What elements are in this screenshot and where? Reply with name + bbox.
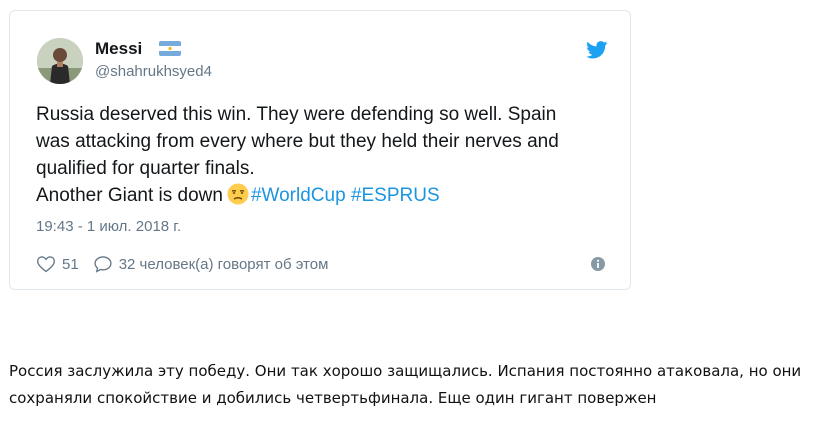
tweet-actions: 51 32 человек(а) говорят об этом [36,254,328,274]
tweet-text-last-line: Another Giant is down #WorldCup #ESPRUS [36,182,616,209]
tweet-text-line: qualified for quarter finals. [36,158,255,179]
heart-icon[interactable] [36,254,56,274]
tweet-text-segment: Another Giant is down [36,185,223,206]
tweet-text-line: Russia deserved this win. They were defe… [36,104,557,125]
reply-count-text[interactable]: 32 человек(а) говорят об этом [119,256,329,273]
unamused-face-emoji-icon [227,183,249,205]
tweet-card[interactable]: Messi @shahrukhsyed4 Russia deserved thi… [9,10,631,290]
argentina-flag-icon [159,41,181,56]
tweet-text: Russia deserved this win. They were defe… [36,101,616,209]
tweet-text-line: was attacking from every where but they … [36,131,559,152]
info-icon[interactable] [591,257,605,271]
hashtag-worldcup-link[interactable]: #WorldCup [251,185,346,206]
twitter-bird-icon[interactable] [586,41,608,59]
translation-text: Россия заслужила эту победу. Они так хор… [9,358,824,412]
author-handle[interactable]: @shahrukhsyed4 [95,63,212,80]
speech-bubble-icon[interactable] [93,254,113,274]
like-count: 51 [62,255,79,273]
author-name[interactable]: Messi [95,39,142,59]
tweet-timestamp[interactable]: 19:43 - 1 июл. 2018 г. [36,218,181,235]
translation-line: сохраняли спокойствие и добились четверт… [9,389,657,407]
hashtag-esprus-link[interactable]: #ESPRUS [351,185,440,206]
page: Messi @shahrukhsyed4 Russia deserved thi… [0,0,828,423]
avatar[interactable] [37,38,83,84]
translation-line: Россия заслужила эту победу. Они так хор… [9,362,802,380]
avatar-image [37,38,83,84]
